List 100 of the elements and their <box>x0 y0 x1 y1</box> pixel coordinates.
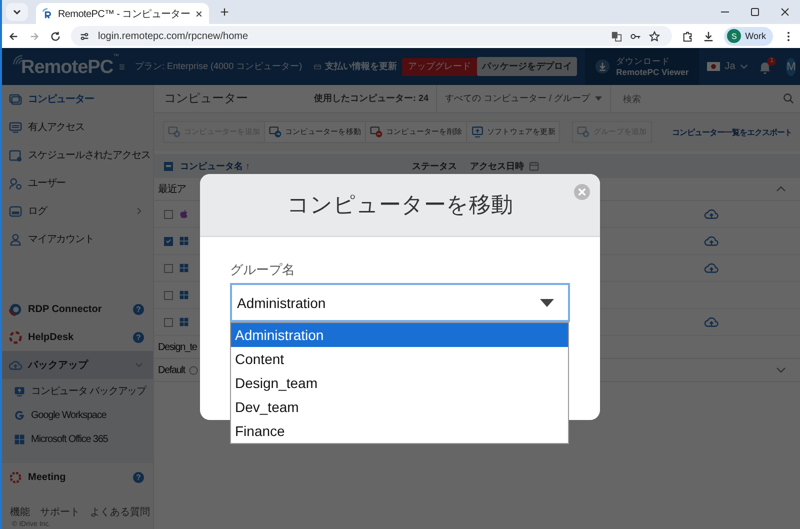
avatar[interactable]: M <box>786 58 796 76</box>
user-icon <box>9 176 22 190</box>
sidebar-item[interactable]: バックアップ <box>2 351 153 379</box>
maximize-icon[interactable] <box>750 7 760 17</box>
page-title: コンピューター <box>163 90 249 107</box>
billing-link[interactable]: 支払い情報を更新 <box>325 60 398 73</box>
plan-label: プラン: Enterprise (4000 コンピューター) <box>135 60 302 73</box>
help-badge[interactable]: ? <box>133 332 144 342</box>
monitor-minus-icon <box>370 126 384 138</box>
download-label: ダウンロード <box>616 56 672 66</box>
user-icon <box>9 232 22 246</box>
chevron-down-icon[interactable] <box>776 367 786 373</box>
row-checkbox[interactable] <box>164 210 173 218</box>
translate-icon[interactable] <box>611 30 622 42</box>
flag-icon <box>706 62 720 71</box>
download-icon[interactable] <box>703 30 714 42</box>
help-badge[interactable]: ? <box>133 304 144 314</box>
ring-icon <box>9 302 22 316</box>
avatar: S <box>727 29 742 43</box>
g-logo-icon <box>14 410 25 420</box>
windows-icon <box>179 317 189 327</box>
cloud-upload-icon[interactable] <box>704 262 719 274</box>
chevron-up-icon[interactable] <box>776 186 786 192</box>
ring-icon <box>9 470 22 484</box>
chevron-down-icon <box>740 64 748 69</box>
new-tab-button[interactable]: + <box>217 4 232 22</box>
cloud-upload-icon[interactable] <box>704 316 719 328</box>
dropdown-option[interactable]: Dev_team <box>231 395 568 419</box>
site-info-icon[interactable] <box>79 30 90 42</box>
footer-link[interactable]: 機能 <box>10 505 30 519</box>
close-icon[interactable] <box>195 10 204 18</box>
deploy-button[interactable]: パッケージをデプロイ <box>477 57 578 76</box>
url-text: login.remotepc.com/rpcnew/home <box>98 30 248 42</box>
footer-link[interactable]: よくある質問 <box>90 505 150 519</box>
language-selector[interactable]: Ja <box>706 61 748 72</box>
cloud-upload-icon[interactable] <box>704 235 719 247</box>
ring-icon <box>9 330 22 344</box>
cloud-icon <box>9 358 22 372</box>
bell-icon[interactable] <box>758 60 772 74</box>
dropdown-option[interactable]: Finance <box>231 419 568 443</box>
group-select[interactable]: Administration <box>230 283 570 322</box>
sidebar-subitem[interactable]: Microsoft Office 365 <box>2 427 153 451</box>
download-icon <box>595 59 610 74</box>
info-icon[interactable] <box>188 366 198 374</box>
column-header[interactable]: アクセス日時 <box>470 160 524 172</box>
chevron-down-icon <box>12 7 22 17</box>
sidebar-item[interactable]: 有人アクセス <box>2 113 153 141</box>
row-checkbox[interactable] <box>164 318 173 326</box>
caret-icon <box>540 298 554 306</box>
extensions-icon[interactable] <box>682 30 694 42</box>
profile-button[interactable]: S Work <box>724 26 773 46</box>
sidebar-item[interactable]: マイアカウント <box>2 225 153 253</box>
upgrade-button[interactable]: アップグレード <box>402 58 478 76</box>
sidebar-subitem[interactable]: Google Workspace <box>2 403 153 427</box>
sidebar-item[interactable]: Meeting ? <box>2 463 153 491</box>
windows-icon <box>179 263 189 273</box>
cloud-upload-icon[interactable] <box>704 208 719 220</box>
download-viewer-button[interactable]: ダウンロード RemotePC Viewer <box>585 48 699 85</box>
select-all-checkbox[interactable] <box>164 162 173 170</box>
dropdown-option[interactable]: Design_team <box>231 371 568 395</box>
help-badge[interactable]: ? <box>133 472 144 482</box>
monitor-plus-icon <box>168 126 181 138</box>
export-link[interactable]: コンピューター一覧をエクスポート <box>672 126 792 138</box>
card-icon <box>314 62 322 72</box>
dropdown-option[interactable]: Content <box>231 347 568 371</box>
dropdown-option[interactable]: Administration <box>231 323 568 347</box>
windows-icon <box>14 434 25 444</box>
star-icon[interactable] <box>649 30 660 42</box>
profile-name: Work <box>745 31 766 41</box>
back-icon[interactable] <box>8 30 19 42</box>
sidebar-item[interactable]: ユーザー <box>2 169 153 197</box>
row-checkbox[interactable] <box>164 264 173 272</box>
column-header[interactable]: ステータス <box>412 160 470 172</box>
logo: RemotePC <box>21 57 114 79</box>
sidebar-item[interactable]: ログ <box>2 197 153 225</box>
tab-title: RemotePC™ - コンピューター <box>58 8 190 20</box>
address-bar[interactable]: login.remotepc.com/rpcnew/home <box>71 26 672 46</box>
row-checkbox[interactable] <box>164 236 173 246</box>
group-name: Design_te <box>158 342 197 352</box>
monitor-arrow-icon <box>269 126 282 138</box>
group-filter-dropdown[interactable]: すべての コンピューター / グループ <box>436 85 612 112</box>
field-label: グループ名 <box>230 261 296 279</box>
sidebar-item[interactable]: スケジュールされたアクセス <box>2 141 153 169</box>
forward-icon[interactable] <box>29 30 40 42</box>
caret-icon <box>595 96 602 101</box>
row-checkbox[interactable] <box>164 290 173 300</box>
sidebar-item[interactable]: RDP Connector ? <box>2 295 153 323</box>
sidebar-item[interactable]: HelpDesk ? <box>2 323 153 351</box>
column-header[interactable]: コンピュータ名 ↑ <box>180 160 412 172</box>
browser-tab[interactable]: RemotePC™ - コンピューター <box>36 3 210 24</box>
windows-icon <box>179 290 189 300</box>
dialog-title: コンピューターを移動 <box>287 192 513 220</box>
reload-icon[interactable] <box>50 30 61 42</box>
windows-icon <box>179 236 189 246</box>
close-icon[interactable] <box>780 7 790 17</box>
tab-search-button[interactable] <box>6 3 28 21</box>
monitor-plus-icon <box>577 126 590 138</box>
sidebar-subitem[interactable]: コンピュータ バックアップ <box>2 379 153 403</box>
footer-link[interactable]: サポート <box>40 505 80 519</box>
sidebar-item[interactable]: コンピューター <box>2 85 153 113</box>
